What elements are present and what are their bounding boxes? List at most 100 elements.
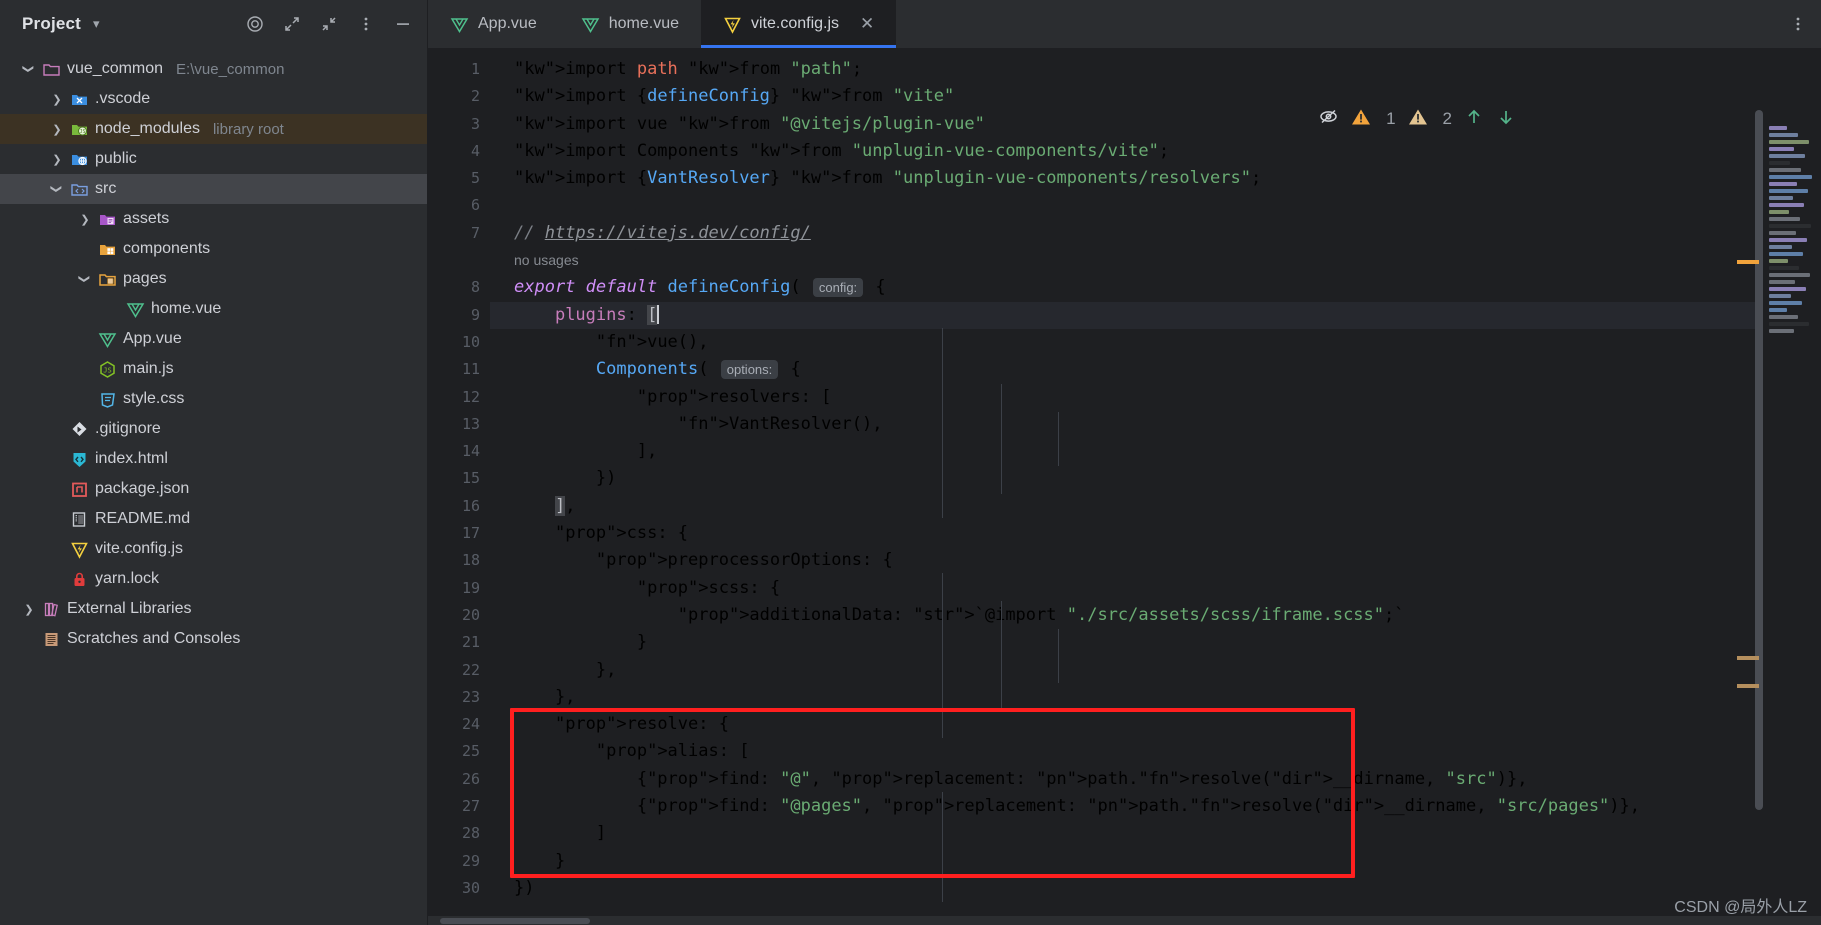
code-line-17[interactable]: "prop">css: { [490, 520, 1821, 547]
line-number[interactable]: 23 [428, 684, 490, 711]
code-line-18[interactable]: "prop">preprocessorOptions: { [490, 547, 1821, 574]
chevron-right-icon[interactable]: ❯ [78, 212, 92, 226]
inspection-eye-off-icon[interactable] [1318, 106, 1339, 132]
inspection-header[interactable]: 1 2 [1318, 106, 1516, 132]
tree-item-gitignore[interactable]: .gitignore [0, 414, 427, 444]
chevron-right-icon[interactable]: ❯ [50, 122, 64, 136]
line-number[interactable]: 27 [428, 793, 490, 820]
code-line-15[interactable]: }) [490, 465, 1821, 492]
code-line-21[interactable]: } [490, 629, 1821, 656]
code-line-30[interactable]: }) [490, 875, 1821, 902]
tree-item-vscode[interactable]: ❯.vscode [0, 84, 427, 114]
line-number[interactable]: 4 [428, 138, 490, 165]
tree-item-app-vue[interactable]: App.vue [0, 324, 427, 354]
tree-item-yarn-lock[interactable]: yarn.lock [0, 564, 427, 594]
tab-home-vue[interactable]: home.vue [559, 0, 701, 48]
code-line-11[interactable]: Components( options: { [490, 356, 1821, 383]
line-number[interactable]: 6 [428, 192, 490, 219]
horizontal-scrollbar[interactable] [428, 916, 1821, 925]
tree-item-home-vue[interactable]: home.vue [0, 294, 427, 324]
minimize-icon[interactable] [393, 14, 413, 34]
line-number[interactable]: 16 [428, 493, 490, 520]
line-number[interactable]: 18 [428, 547, 490, 574]
arrow-down-icon[interactable] [1496, 107, 1516, 132]
code-line-19[interactable]: "prop">scss: { [490, 575, 1821, 602]
code-line-2[interactable]: "kw">import {defineConfig} "kw">from "vi… [490, 83, 1821, 110]
collapse-icon[interactable] [319, 14, 339, 34]
code-line-7[interactable]: // https://vitejs.dev/config/ [490, 220, 1821, 247]
tree-item-vue-common[interactable]: ❯vue_commonE:\vue_common [0, 54, 427, 84]
target-icon[interactable] [245, 14, 265, 34]
horizontal-scrollbar-thumb[interactable] [440, 918, 590, 924]
chevron-right-icon[interactable]: ❯ [50, 92, 64, 106]
line-number[interactable]: 26 [428, 766, 490, 793]
code-line-27[interactable]: {"prop">find: "@pages", "prop">replaceme… [490, 793, 1821, 820]
gutter-error-marker[interactable] [1737, 684, 1759, 688]
tree-item-main-js[interactable]: JSmain.js [0, 354, 427, 384]
tree-item-components[interactable]: components [0, 234, 427, 264]
code-line-24[interactable]: "prop">resolve: { [490, 711, 1821, 738]
close-icon[interactable]: ✕ [860, 14, 874, 34]
tabbar-more-icon[interactable] [1789, 0, 1821, 48]
tree-item-assets[interactable]: ❯assets [0, 204, 427, 234]
tab-vite-config-js[interactable]: vite.config.js✕ [701, 0, 896, 48]
weak-warning-triangle-icon[interactable] [1408, 107, 1428, 132]
line-number[interactable]: 29 [428, 848, 490, 875]
line-number[interactable]: 28 [428, 820, 490, 847]
code-line-10[interactable]: "fn">vue(), [490, 329, 1821, 356]
line-number[interactable]: 24 [428, 711, 490, 738]
tab-app-vue[interactable]: App.vue [428, 0, 559, 48]
line-number[interactable]: 20 [428, 602, 490, 629]
tree-item-src[interactable]: ❯src [0, 174, 427, 204]
line-number[interactable]: 15 [428, 465, 490, 492]
line-number[interactable]: 9 [428, 302, 490, 329]
chevron-down-icon[interactable]: ❯ [78, 272, 92, 286]
code-line-8[interactable]: export default defineConfig( config: { [490, 274, 1821, 301]
code-line-28[interactable]: ] [490, 820, 1821, 847]
chevron-right-icon[interactable]: ❯ [22, 602, 36, 616]
chevron-right-icon[interactable]: ❯ [50, 152, 64, 166]
vertical-scrollbar-thumb[interactable] [1755, 110, 1763, 810]
line-number[interactable]: 21 [428, 629, 490, 656]
line-number[interactable]: 3 [428, 111, 490, 138]
code-line-25[interactable]: "prop">alias: [ [490, 738, 1821, 765]
code-line-23[interactable]: }, [490, 684, 1821, 711]
line-number[interactable]: 13 [428, 411, 490, 438]
line-number[interactable]: 17 [428, 520, 490, 547]
editor-tabbar[interactable]: App.vuehome.vuevite.config.js✕ [428, 0, 1821, 48]
chevron-down-icon[interactable]: ❯ [50, 182, 64, 196]
chevron-down-icon[interactable]: ❯ [22, 62, 36, 76]
line-number[interactable]: 25 [428, 738, 490, 765]
code-line-20[interactable]: "prop">additionalData: "str">`@import ".… [490, 602, 1821, 629]
code-line-3[interactable]: "kw">import vue "kw">from "@vitejs/plugi… [490, 111, 1821, 138]
tree-item-readme-md[interactable]: README.md [0, 504, 427, 534]
line-number[interactable]: 22 [428, 657, 490, 684]
line-number[interactable]: 8 [428, 274, 490, 301]
line-number[interactable]: 11 [428, 356, 490, 383]
tree-item-index-html[interactable]: index.html [0, 444, 427, 474]
code-line-26[interactable]: {"prop">find: "@", "prop">replacement: "… [490, 766, 1821, 793]
line-number[interactable]: 14 [428, 438, 490, 465]
tree-item-public[interactable]: ❯public [0, 144, 427, 174]
tree-item-external-libraries[interactable]: ❯External Libraries [0, 594, 427, 624]
tree-item-package-json[interactable]: package.json [0, 474, 427, 504]
tree-item-node-modules[interactable]: ❯JSnode_moduleslibrary root [0, 114, 427, 144]
code-area[interactable]: 1234567.89101112131415161718192021222324… [428, 48, 1821, 925]
line-number[interactable]: 19 [428, 575, 490, 602]
code-line-22[interactable]: }, [490, 657, 1821, 684]
code-line-4[interactable]: "kw">import Components "kw">from "unplug… [490, 138, 1821, 165]
line-number[interactable]: 30 [428, 875, 490, 902]
line-number[interactable]: 2 [428, 83, 490, 110]
code-line-1[interactable]: "kw">import path "kw">from "path"; [490, 56, 1821, 83]
code-content[interactable]: "kw">import path "kw">from "path";"kw">i… [490, 48, 1821, 925]
tree-item-vite-config-js[interactable]: vite.config.js [0, 534, 427, 564]
tree-item-scratches-and-consoles[interactable]: Scratches and Consoles [0, 624, 427, 654]
project-tree[interactable]: ❯vue_commonE:\vue_common❯.vscode❯JSnode_… [0, 48, 427, 654]
code-line-29[interactable]: } [490, 848, 1821, 875]
code-minimap[interactable] [1769, 126, 1813, 336]
code-line-12[interactable]: "prop">resolvers: [ [490, 384, 1821, 411]
chevron-down-icon[interactable]: ▾ [93, 16, 100, 32]
line-number[interactable]: 12 [428, 384, 490, 411]
code-line-9[interactable]: plugins: [ [490, 302, 1821, 329]
gutter-error-marker[interactable] [1737, 260, 1759, 264]
